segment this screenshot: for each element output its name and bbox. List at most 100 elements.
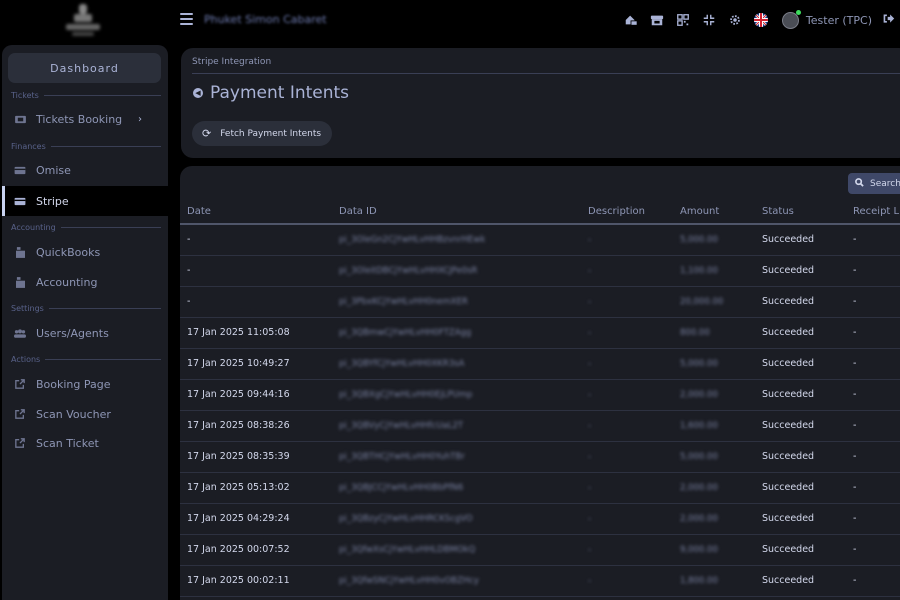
data-id-cell: pi_3OleitDBCjYwHLvHHXCJPe0sR: [339, 255, 588, 287]
receipt-link-cell: -: [853, 472, 900, 504]
data-id-cell: pi_3QfwXsCjYwHLvHHLDBMOkQ: [339, 534, 588, 566]
column-header-amount[interactable]: Amount: [680, 200, 762, 225]
receipt-link-cell: -: [853, 286, 900, 318]
section-finances: Finances: [11, 142, 161, 151]
top-bar: Phuket Simon Cabaret Tester (TPC): [0, 0, 900, 42]
status-cell: Succeeded: [762, 255, 853, 287]
table-header-row: Date Data ID Description Amount Status R…: [180, 200, 900, 225]
payment-intents-table-card: Search Date Data ID Description Amount S…: [180, 166, 900, 600]
online-status-dot: [795, 9, 801, 15]
table-row[interactable]: 17 Jan 2025 08:35:39 pi_3QBTHCjYwHLvHH0Yu…: [180, 441, 900, 473]
description-cell: -: [588, 317, 680, 349]
sidebar-item-scan-ticket[interactable]: Scan Ticket: [2, 428, 168, 458]
back-arrow-icon[interactable]: ◀: [193, 88, 203, 98]
user-name[interactable]: Tester (TPC): [806, 14, 872, 27]
description-cell: -: [588, 255, 680, 287]
status-cell: Succeeded: [762, 224, 853, 256]
column-header-description[interactable]: Description: [588, 200, 680, 225]
status-cell: Succeeded: [762, 286, 853, 318]
divider: [192, 73, 900, 74]
data-id-cell: pi_3QBXgCjYwHLvHH0EjLPUmp: [339, 379, 588, 411]
description-cell: -: [588, 503, 680, 535]
sidebar-item-accounting[interactable]: Accounting: [2, 267, 168, 297]
uk-flag-icon[interactable]: [748, 7, 774, 33]
sidebar-item-tickets-booking[interactable]: Tickets Booking ›: [2, 104, 168, 134]
table-row[interactable]: - pi_3OleGn2CjYwHLvHHBzvnrHEwk -5,000.00 Su…: [180, 224, 900, 256]
column-header-receipt-link[interactable]: Receipt Li: [853, 200, 900, 225]
column-header-status[interactable]: Status: [762, 200, 853, 225]
amount-cell: 800.00: [680, 317, 762, 349]
status-cell: Succeeded: [762, 503, 853, 535]
sidebar: Dashboard Tickets Tickets Booking › Fina…: [2, 45, 168, 600]
date-cell: -: [180, 224, 339, 256]
menu-toggle-icon[interactable]: [180, 13, 193, 25]
sidebar-item-label: Users/Agents: [36, 326, 109, 340]
logo[interactable]: [64, 4, 102, 38]
date-cell: -: [180, 255, 339, 287]
date-cell: 17 Jan 2025 00:02:11: [180, 565, 339, 597]
store-icon[interactable]: [644, 7, 670, 33]
section-accounting: Accounting: [11, 223, 161, 232]
cash-register-icon: [14, 246, 26, 258]
avatar[interactable]: [781, 9, 801, 29]
status-cell: Succeeded: [762, 472, 853, 504]
amount-cell: 1,600.00: [680, 410, 762, 442]
column-header-data-id[interactable]: Data ID: [339, 200, 588, 225]
data-id-cell: pi_3QBVyCjYwHLvHHfcUaL2T: [339, 410, 588, 442]
sidebar-item-booking-page[interactable]: Booking Page: [2, 369, 168, 399]
date-cell: 17 Jan 2025 11:05:08: [180, 317, 339, 349]
status-cell: Succeeded: [762, 441, 853, 473]
table-row[interactable]: 17 Jan 2025 00:02:11 pi_3QfwSNCjYwHLvHH0v…: [180, 565, 900, 597]
amount-cell: 5,000.00: [680, 348, 762, 380]
fetch-button-label: Fetch Payment Intents: [220, 128, 322, 139]
home-switch-icon[interactable]: [618, 7, 644, 33]
table-row[interactable]: - pi_3PbxKCjYwHLvHH0nemXER -20,000.00 Succe…: [180, 286, 900, 318]
status-cell: Succeeded: [762, 317, 853, 349]
column-header-date[interactable]: Date: [180, 200, 339, 225]
table-row[interactable]: - pi_3OleitDBCjYwHLvHHXCJPe0sR -1,100.00 Su…: [180, 255, 900, 287]
section-label: Finances: [11, 142, 46, 151]
table-row[interactable]: 17 Jan 2025 04:29:24 pi_3QBzyCjYwHLvHHRCK…: [180, 503, 900, 535]
section-tickets: Tickets: [11, 91, 161, 100]
amount-cell: 20,000.00: [680, 286, 762, 318]
table-row[interactable]: 17 Jan 2025 05:13:02 pi_3QBJCCjYwHLvHH0Bb…: [180, 472, 900, 504]
qr-code-icon[interactable]: [670, 7, 696, 33]
table-row[interactable]: 17 Jan 2025 00:07:52 pi_3QfwXsCjYwHLvHHLD…: [180, 534, 900, 566]
date-cell: 17 Jan 2025 08:35:39: [180, 441, 339, 473]
table-row[interactable]: 17 Jan 2025 11:05:08 pi_3QBmwCjYwHLvHH0FT…: [180, 317, 900, 349]
gear-icon[interactable]: [722, 7, 748, 33]
sidebar-item-scan-voucher[interactable]: Scan Voucher: [2, 399, 168, 429]
description-cell: -: [588, 379, 680, 411]
table-row[interactable]: 17 Jan 2025 09:44:16 pi_3QBXgCjYwHLvHH0Ej…: [180, 379, 900, 411]
section-actions: Actions: [11, 355, 161, 364]
table-row[interactable]: 17 Jan 2025 10:49:27 pi_3QBYfCjYwHLvHH0XK…: [180, 348, 900, 380]
fetch-payment-intents-button[interactable]: ⟳ Fetch Payment Intents: [192, 121, 333, 146]
sidebar-item-label: Stripe: [36, 194, 69, 208]
section-label: Actions: [11, 355, 41, 364]
external-link-icon: [14, 438, 26, 448]
breadcrumb[interactable]: Stripe Integration: [192, 57, 271, 67]
receipt-link-cell: -: [853, 255, 900, 287]
compress-icon[interactable]: [696, 7, 722, 33]
logout-icon[interactable]: [882, 12, 898, 28]
table-row[interactable]: 17 Jan 2025 08:38:26 pi_3QBVyCjYwHLvHHfcU…: [180, 410, 900, 442]
section-label: Settings: [11, 304, 44, 313]
description-cell: -: [588, 224, 680, 256]
sidebar-item-label: Booking Page: [36, 377, 111, 391]
payment-intents-table: Date Data ID Description Amount Status R…: [180, 200, 900, 597]
description-cell: -: [588, 286, 680, 318]
amount-cell: 2,000.00: [680, 503, 762, 535]
sidebar-item-users-agents[interactable]: Users/Agents: [2, 318, 168, 348]
page-title: Payment Intents: [210, 83, 350, 103]
dashboard-button[interactable]: Dashboard: [8, 53, 161, 83]
sidebar-item-label: Scan Voucher: [36, 407, 111, 421]
sidebar-item-quickbooks[interactable]: QuickBooks: [2, 237, 168, 267]
sidebar-item-label: Omise: [36, 163, 71, 177]
sidebar-item-label: Tickets Booking: [36, 112, 123, 126]
sidebar-item-stripe[interactable]: Stripe: [2, 186, 168, 216]
status-cell: Succeeded: [762, 348, 853, 380]
description-cell: -: [588, 472, 680, 504]
chevron-right-icon: ›: [138, 113, 142, 125]
search-button[interactable]: Search: [848, 173, 900, 194]
sidebar-item-omise[interactable]: Omise: [2, 155, 168, 185]
